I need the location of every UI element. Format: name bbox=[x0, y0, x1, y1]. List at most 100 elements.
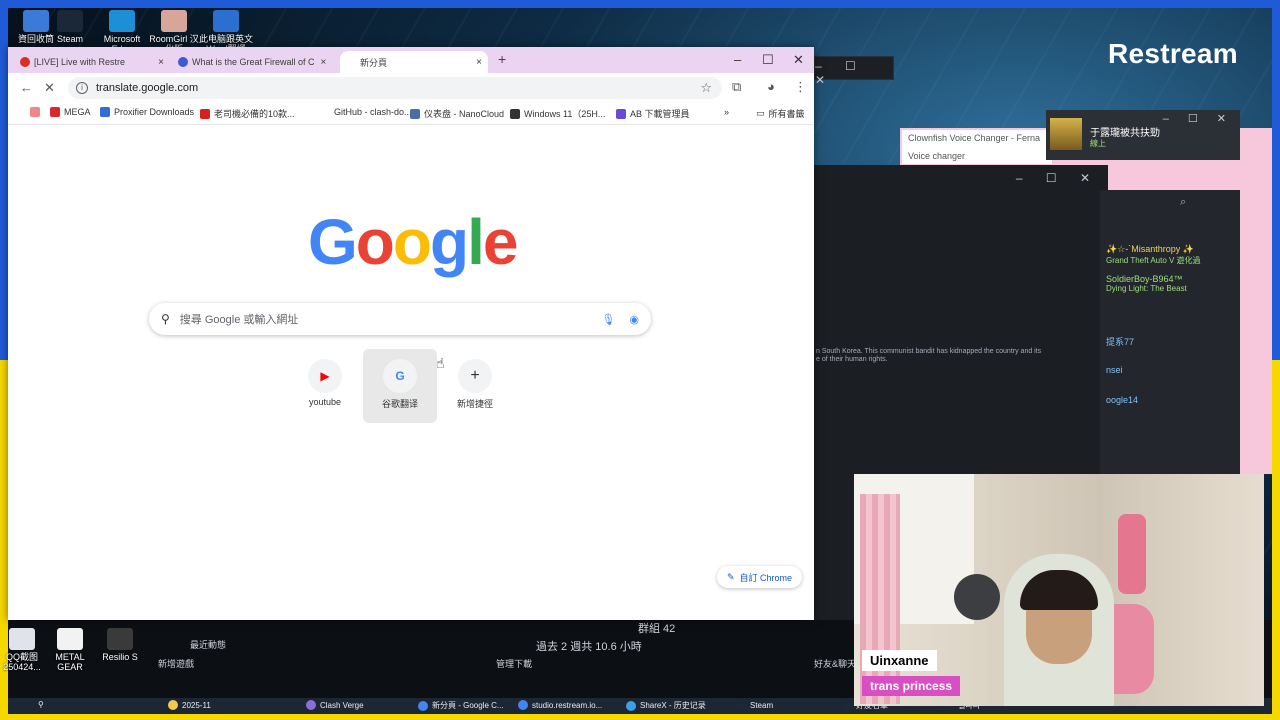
chrome-window: [LIVE] Live with Restre × What is the Gr… bbox=[8, 47, 814, 620]
minimize-button[interactable]: – bbox=[734, 52, 741, 67]
desktop-icon[interactable]: Steam bbox=[42, 10, 98, 44]
friend-item[interactable]: nsei bbox=[1106, 365, 1123, 375]
taskbar-item[interactable]: Steam bbox=[736, 700, 773, 710]
app-icon bbox=[161, 10, 187, 32]
bookmark-star-icon[interactable]: ☆ bbox=[700, 80, 712, 96]
friends-chat-button[interactable]: 好友&聊天 bbox=[814, 657, 856, 670]
logo-letter: e bbox=[482, 206, 519, 278]
plush-toy bbox=[1118, 514, 1146, 594]
stream-frame-right bbox=[1272, 0, 1280, 720]
shortcut-add[interactable]: + 新增捷徑 bbox=[438, 349, 512, 423]
taskbar-item[interactable]: studio.restream.io... bbox=[518, 700, 602, 710]
desktop-icon[interactable]: METAL GEAR SOLI... bbox=[42, 628, 98, 672]
taskbar-item[interactable]: ShareX - 历史记录 bbox=[626, 700, 706, 711]
search-icon[interactable]: ⌕ bbox=[1180, 196, 1186, 209]
app-icon bbox=[736, 700, 746, 710]
maximize-button[interactable]: ☐ bbox=[762, 52, 774, 68]
stream-frame-bottom bbox=[0, 714, 1280, 720]
search-placeholder: 搜尋 Google 或輸入網址 bbox=[179, 314, 299, 326]
bookmarks-overflow-button[interactable]: » bbox=[724, 107, 729, 117]
window-controls[interactable]: – ☐ ✕ bbox=[815, 59, 887, 87]
clownfish-title: Clownfish Voice Changer - Ferna bbox=[908, 133, 1041, 143]
close-icon[interactable]: × bbox=[152, 57, 164, 68]
taskbar-item[interactable]: 2025-11 bbox=[168, 700, 211, 710]
pencil-icon: ✎ bbox=[726, 571, 735, 582]
customize-chrome-button[interactable]: ✎ 自訂 Chrome bbox=[716, 566, 802, 588]
app-icon bbox=[842, 700, 852, 711]
lens-icon[interactable]: ◉ bbox=[629, 313, 639, 326]
app-icon bbox=[57, 628, 83, 650]
bookmark-item[interactable]: 老司機必備的10款... bbox=[200, 107, 295, 120]
streamer-name-tag: Uinxanne bbox=[862, 650, 937, 671]
friend-item[interactable]: SoldierBoy-B964™ Dying Light: The Beast bbox=[1106, 274, 1187, 293]
shortcut-label: youtube bbox=[308, 397, 342, 407]
bookmark-item[interactable]: AB 下載管理員 bbox=[616, 107, 690, 120]
background-window: – ☐ ✕ bbox=[814, 56, 894, 87]
notification-status: 線上 bbox=[1090, 139, 1106, 148]
tab-strip: [LIVE] Live with Restre × What is the Gr… bbox=[8, 47, 814, 73]
new-tab-button[interactable]: + bbox=[498, 51, 506, 67]
desktop-icon[interactable]: Resilio S bbox=[92, 628, 148, 662]
bookmark-item[interactable]: 仪表盘 - NanoCloud bbox=[410, 107, 504, 120]
clownfish-subtitle: Voice changer bbox=[908, 151, 966, 161]
stream-frame-left bbox=[0, 0, 8, 720]
app-icon bbox=[57, 10, 83, 32]
url-text: translate.google.com bbox=[96, 82, 199, 94]
app-icon bbox=[626, 700, 636, 711]
tab-new-tab[interactable]: 新分頁 × bbox=[340, 51, 488, 73]
bookmark-item[interactable]: GitHub - clash-do... bbox=[320, 107, 412, 117]
shortcut-label: 新增捷徑 bbox=[456, 399, 493, 409]
close-icon[interactable]: × bbox=[315, 57, 327, 68]
app-icon bbox=[418, 700, 428, 711]
extensions-icon[interactable]: ⧉ bbox=[732, 79, 741, 95]
window-controls[interactable]: – ☐ ✕ bbox=[1163, 112, 1234, 125]
taskbar-item[interactable]: 新分頁 - Google C... bbox=[418, 700, 504, 711]
plus-icon: + bbox=[470, 367, 480, 384]
back-button[interactable]: ← bbox=[20, 80, 33, 95]
friend-item[interactable]: 提系77 bbox=[1106, 335, 1134, 348]
playtime-stats: 過去 2 週共 10.6 小時 bbox=[536, 641, 642, 653]
friend-item[interactable]: ✨☆-`Misanthropy ✨ Grand Theft Auto V 遊化過 bbox=[1106, 244, 1201, 266]
manage-downloads-button[interactable]: 管理下載 bbox=[496, 657, 532, 670]
restream-logo: Restream bbox=[1107, 38, 1238, 69]
close-window-button[interactable]: ✕ bbox=[793, 52, 804, 68]
bookmark-item[interactable]: MEGA bbox=[50, 107, 91, 117]
profile-avatar[interactable]: ◕ bbox=[767, 79, 775, 94]
recent-activity-label: 最近動態 bbox=[190, 640, 227, 650]
add-game-button[interactable]: 新增遊戲 bbox=[158, 657, 194, 670]
app-icon bbox=[213, 10, 239, 32]
new-tab-page: Google ⚲ 搜尋 Google 或輸入網址 🎙 ◉ ▶ youtube G… bbox=[8, 125, 814, 598]
webcam-feed bbox=[854, 474, 1264, 706]
avatar bbox=[1050, 118, 1082, 150]
shortcut-google-translate[interactable]: G 谷歌翻译 bbox=[363, 349, 437, 423]
bookmark-item[interactable]: Proxifier Downloads bbox=[100, 107, 194, 117]
bookmark-item[interactable]: Windows 11（25H... bbox=[510, 107, 605, 120]
tab-great-firewall[interactable]: What is the Great Firewall of C × bbox=[172, 51, 328, 73]
toolbar: ← ✕ i translate.google.com ☆ ⧉ ◕ ⋮ bbox=[8, 73, 814, 103]
close-icon[interactable]: × bbox=[470, 57, 482, 68]
logo-letter: g bbox=[429, 206, 469, 278]
taskbar-item[interactable]: Clash Verge bbox=[306, 700, 364, 710]
shortcut-youtube[interactable]: ▶ youtube bbox=[288, 349, 362, 423]
all-bookmarks-button[interactable]: ▭ 所有書籤 bbox=[756, 107, 805, 120]
menu-icon[interactable]: ⋮ bbox=[794, 79, 807, 95]
bookmark-apps-icon[interactable] bbox=[30, 107, 44, 117]
site-info-icon[interactable]: i bbox=[76, 82, 88, 94]
window-controls[interactable]: – ☐ ✕ bbox=[1016, 171, 1100, 185]
notification-name: 于露瓏被共扶勁 bbox=[1090, 128, 1160, 139]
stop-button[interactable]: ✕ bbox=[44, 80, 55, 96]
bookmark-favicon-icon bbox=[320, 107, 330, 117]
friend-item[interactable]: oogle14 bbox=[1106, 395, 1138, 405]
friend-notification[interactable]: 于露瓏被共扶勁 線上 – ☐ ✕ bbox=[1046, 110, 1240, 160]
translate-icon: G bbox=[395, 369, 405, 383]
mouse-cursor-icon: ☝ bbox=[436, 355, 445, 371]
youtube-icon: ▶ bbox=[320, 369, 330, 383]
address-bar[interactable]: i translate.google.com ☆ bbox=[68, 77, 722, 99]
search-box[interactable]: ⚲ 搜尋 Google 或輸入網址 🎙 ◉ bbox=[149, 303, 651, 335]
search-icon[interactable]: ⚲ bbox=[38, 700, 44, 709]
chat-line: n South Korea. This communist bandit has… bbox=[816, 348, 1042, 355]
clownfish-window[interactable]: Clownfish Voice Changer - Ferna Voice ch… bbox=[902, 130, 1052, 164]
microphone-icon[interactable]: 🎙 bbox=[601, 313, 615, 326]
page-icon bbox=[178, 57, 188, 67]
tab-live[interactable]: [LIVE] Live with Restre × bbox=[14, 51, 170, 73]
